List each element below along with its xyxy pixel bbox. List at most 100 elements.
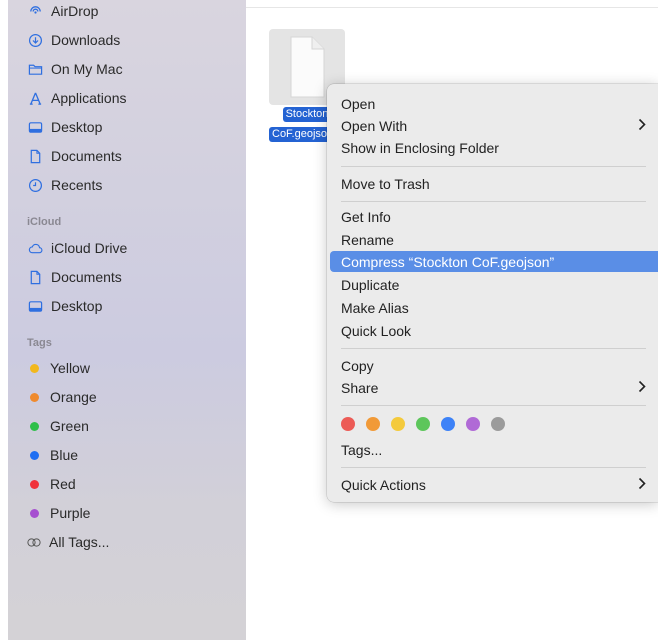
sidebar-item-icloud-desktop[interactable]: Desktop: [8, 293, 246, 319]
menu-item-label: Quick Look: [341, 322, 412, 339]
sidebar-item-on-my-mac[interactable]: On My Mac: [8, 56, 246, 82]
menu-separator: [341, 467, 646, 468]
menu-item-quick-look[interactable]: Quick Look: [330, 320, 658, 341]
applications-icon: [27, 90, 43, 106]
menu-item-label: Move to Trash: [341, 175, 430, 192]
sidebar-item-downloads[interactable]: Downloads: [8, 27, 246, 53]
menu-item-quick-actions[interactable]: Quick Actions: [330, 474, 658, 495]
clock-icon: [27, 177, 43, 193]
sidebar-item-label: Desktop: [51, 119, 103, 135]
desktop-icon: [27, 119, 43, 135]
menu-item-tags[interactable]: Tags...: [330, 439, 658, 460]
menu-separator: [341, 201, 646, 202]
menu-item-label: Quick Actions: [341, 476, 426, 493]
tag-dot-icon: [30, 479, 39, 489]
menu-item-move-to-trash[interactable]: Move to Trash: [330, 173, 658, 194]
sidebar-item-label: iCloud Drive: [51, 240, 128, 256]
sidebar-item-label: On My Mac: [51, 61, 123, 77]
menu-separator: [341, 405, 646, 406]
document-icon: [27, 148, 43, 164]
tag-color-green-button[interactable]: [416, 417, 430, 431]
all-tags-icon: [27, 537, 41, 547]
menu-item-label: Get Info: [341, 208, 391, 225]
toolbar-divider: [246, 7, 658, 8]
context-menu: Open Open With Show in Enclosing Folder …: [327, 84, 658, 502]
menu-item-label: Share: [341, 379, 379, 396]
section-header-tags: Tags: [27, 337, 52, 349]
sidebar-item-documents[interactable]: Documents: [8, 143, 246, 169]
sidebar-item-label: Applications: [51, 90, 127, 106]
tag-dot-icon: [30, 363, 39, 373]
menu-item-open-with[interactable]: Open With: [330, 115, 658, 136]
sidebar-item-airdrop[interactable]: AirDrop: [8, 0, 246, 24]
sidebar-tag-red[interactable]: Red: [8, 471, 246, 497]
tag-dot-icon: [30, 508, 39, 518]
sidebar-item-label: Yellow: [50, 360, 90, 376]
sidebar-tag-purple[interactable]: Purple: [8, 500, 246, 526]
menu-item-label: Make Alias: [341, 299, 409, 316]
sidebar-item-label: Documents: [51, 269, 122, 285]
menu-separator: [341, 348, 646, 349]
menu-item-label: Tags...: [341, 441, 383, 458]
section-header-icloud: iCloud: [27, 216, 62, 228]
menu-item-label: Open With: [341, 117, 408, 134]
downloads-icon: [27, 32, 43, 48]
menu-item-make-alias[interactable]: Make Alias: [330, 297, 658, 318]
menu-item-get-info[interactable]: Get Info: [330, 206, 658, 227]
menu-item-duplicate[interactable]: Duplicate: [330, 274, 658, 295]
sidebar-all-tags[interactable]: All Tags...: [8, 529, 246, 555]
sidebar-item-label: Recents: [51, 177, 103, 193]
sidebar-tag-blue[interactable]: Blue: [8, 442, 246, 468]
menu-separator: [341, 166, 646, 167]
menu-item-open[interactable]: Open: [330, 93, 658, 114]
desktop-icon: [27, 298, 43, 314]
chevron-right-icon: [638, 118, 646, 134]
cloud-icon: [27, 240, 43, 256]
sidebar-tag-green[interactable]: Green: [8, 413, 246, 439]
tag-color-orange-button[interactable]: [366, 417, 380, 431]
sidebar-item-label: Downloads: [51, 32, 121, 48]
tag-color-yellow-button[interactable]: [391, 417, 405, 431]
sidebar-item-icloud-drive[interactable]: iCloud Drive: [8, 235, 246, 261]
sidebar-tag-orange[interactable]: Orange: [8, 384, 246, 410]
sidebar-item-label: Blue: [50, 447, 79, 463]
tag-color-purple-button[interactable]: [466, 417, 480, 431]
menu-item-rename[interactable]: Rename: [330, 229, 658, 250]
sidebar-item-label: Desktop: [51, 298, 103, 314]
menu-item-show-in-enclosing-folder[interactable]: Show in Enclosing Folder: [330, 137, 658, 158]
tag-color-blue-button[interactable]: [441, 417, 455, 431]
menu-item-label: Compress “Stockton CoF.geojson”: [341, 253, 555, 270]
tag-dot-icon: [30, 392, 39, 402]
menu-item-share[interactable]: Share: [330, 377, 658, 398]
sidebar-item-label: Orange: [50, 389, 97, 405]
airdrop-icon: [27, 3, 43, 19]
sidebar-item-label: Purple: [50, 505, 91, 521]
tag-color-gray-button[interactable]: [491, 417, 505, 431]
folder-icon: [27, 61, 43, 77]
chevron-right-icon: [638, 380, 646, 396]
sidebar-item-label: Documents: [51, 148, 122, 164]
menu-item-label: Rename: [341, 231, 394, 248]
sidebar-item-applications[interactable]: Applications: [8, 85, 246, 111]
sidebar: AirDrop Downloads On My Mac Applications…: [8, 0, 246, 640]
sidebar-item-icloud-documents[interactable]: Documents: [8, 264, 246, 290]
tag-dot-icon: [30, 450, 39, 460]
sidebar-tag-yellow[interactable]: Yellow: [8, 355, 246, 381]
menu-item-label: Show in Enclosing Folder: [341, 139, 499, 156]
menu-item-label: Open: [341, 95, 376, 112]
menu-item-label: Copy: [341, 357, 374, 374]
sidebar-item-label: All Tags...: [49, 534, 110, 550]
sidebar-item-label: Green: [50, 418, 89, 434]
menu-item-compress[interactable]: Compress “Stockton CoF.geojson”: [330, 251, 658, 272]
sidebar-item-label: Red: [50, 476, 76, 492]
tag-dot-icon: [30, 421, 39, 431]
file-name-line1: Stockton: [282, 107, 332, 122]
sidebar-item-recents[interactable]: Recents: [8, 172, 246, 198]
menu-item-label: Duplicate: [341, 276, 400, 293]
menu-item-copy[interactable]: Copy: [330, 355, 658, 376]
sidebar-item-desktop[interactable]: Desktop: [8, 114, 246, 140]
sidebar-item-label: AirDrop: [51, 3, 99, 19]
chevron-right-icon: [638, 477, 646, 493]
document-icon: [27, 269, 43, 285]
tag-color-red-button[interactable]: [341, 417, 355, 431]
